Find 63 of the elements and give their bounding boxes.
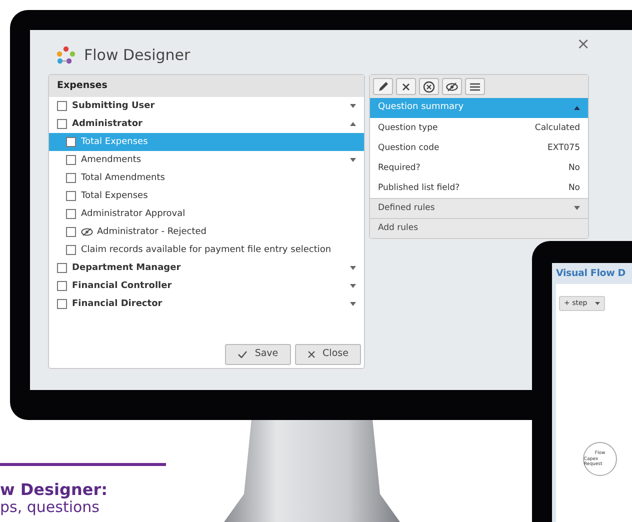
tree-item[interactable]: Total Expenses [49, 187, 364, 206]
checkbox[interactable] [57, 263, 67, 274]
field-value: No [568, 162, 580, 174]
checkbox[interactable] [66, 137, 76, 148]
checkbox[interactable] [66, 173, 76, 184]
eye-slash-icon [446, 80, 458, 92]
checkbox[interactable] [57, 119, 67, 130]
caret-icon [595, 302, 600, 305]
checkbox[interactable] [57, 281, 67, 292]
tree-item[interactable]: Total Amendments [49, 169, 364, 188]
delete-icon [400, 80, 412, 92]
field-label: Required? [378, 162, 420, 174]
eye-slash-button[interactable] [442, 78, 462, 95]
cancel-icon [423, 80, 435, 92]
field-value: EXT075 [548, 142, 580, 154]
collapse-caret-icon [574, 106, 580, 110]
expand-caret-icon[interactable] [350, 266, 356, 270]
tree-item[interactable]: Financial Controller [49, 277, 364, 296]
expand-caret-icon[interactable] [350, 302, 356, 306]
expand-caret-icon[interactable] [350, 158, 356, 162]
close-button[interactable]: × [576, 32, 590, 56]
window-title: Flow Designer [84, 44, 190, 66]
tree-item[interactable]: Amendments [49, 151, 364, 170]
save-button[interactable]: Save [225, 344, 291, 365]
section-header[interactable]: Add rules [370, 218, 588, 238]
cancel-button[interactable] [419, 78, 439, 95]
menu-icon [469, 80, 481, 92]
expand-caret-icon [574, 206, 580, 210]
field-value: Calculated [534, 122, 580, 134]
checkbox[interactable] [66, 155, 76, 166]
tree-item[interactable]: Administrator Approval [49, 205, 364, 224]
collapse-caret-icon[interactable] [350, 122, 356, 126]
field-value: No [568, 182, 580, 194]
tree-item[interactable]: Financial Director [49, 295, 364, 314]
panel-header: Expenses [49, 75, 364, 98]
checkbox[interactable] [66, 209, 76, 220]
delete-button[interactable] [396, 78, 416, 95]
checkbox[interactable] [66, 245, 76, 256]
checkbox[interactable] [66, 191, 76, 202]
caption-text: ps, questions [0, 499, 100, 516]
close-icon [308, 351, 315, 358]
expand-caret-icon[interactable] [350, 104, 356, 108]
section-header[interactable]: Defined rules [370, 198, 588, 218]
checkbox[interactable] [66, 227, 76, 238]
edit-icon [377, 80, 389, 92]
caption-heading: w Designer: [0, 479, 108, 500]
tree-item[interactable]: Claim records available for payment file entry selection [49, 241, 364, 260]
tree-item[interactable]: Department Manager [49, 259, 364, 278]
checkbox[interactable] [57, 101, 67, 112]
field-label: Published list field? [378, 182, 460, 194]
edit-button[interactable] [373, 78, 393, 95]
field-label: Question type [378, 122, 438, 134]
expand-caret-icon[interactable] [350, 284, 356, 288]
logo-icon [56, 46, 76, 64]
checkbox[interactable] [57, 299, 67, 310]
tree-item[interactable]: Administrator - Rejected [49, 223, 364, 242]
menu-button[interactable] [465, 78, 485, 95]
tree-item[interactable]: Administrator [49, 115, 364, 134]
close-button[interactable]: Close [295, 344, 361, 365]
checkmark-icon [238, 351, 247, 358]
field-label: Question code [378, 142, 440, 154]
tree-item[interactable]: Submitting User [49, 97, 364, 116]
screen-title: Visual Flow D [556, 267, 626, 281]
